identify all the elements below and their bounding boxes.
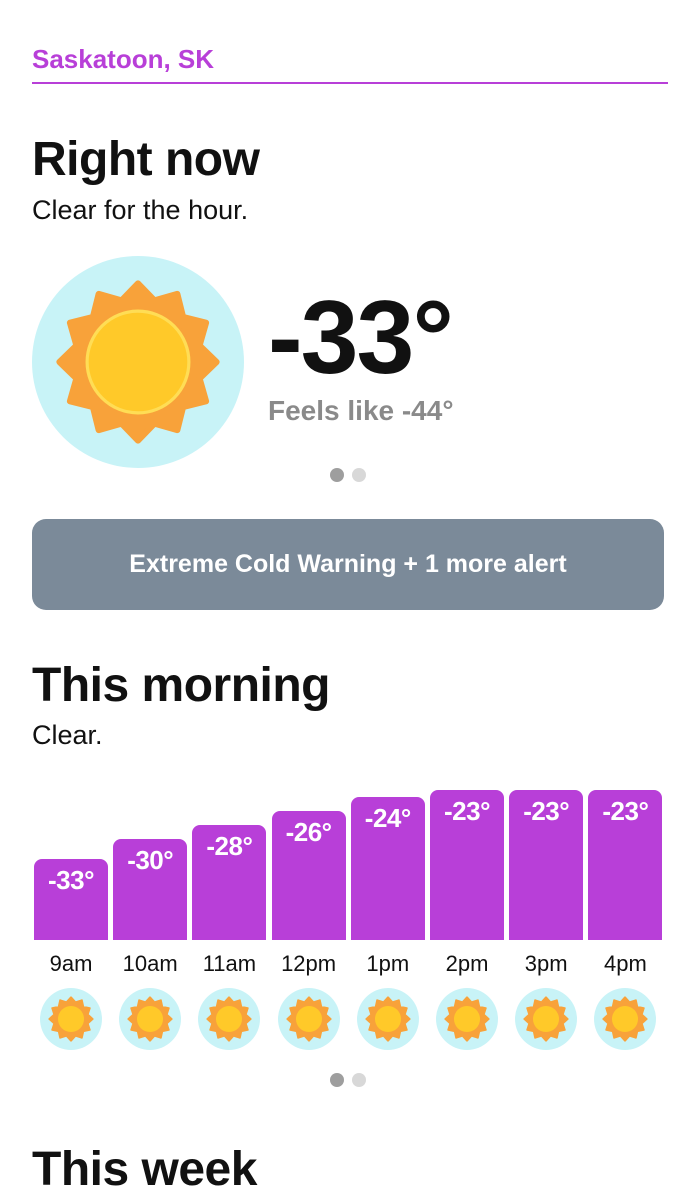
hour-label: 4pm — [603, 951, 647, 976]
this-morning-title: This morning — [32, 659, 330, 712]
hour-column[interactable]: -28° 11am — [192, 780, 267, 1050]
current-temperature: -33° — [268, 280, 454, 396]
weather-alert-button[interactable]: Extreme Cold Warning + 1 more alert — [32, 519, 664, 610]
hour-temperature: -24° — [364, 802, 411, 833]
location-label[interactable]: Saskatoon, SK — [32, 44, 214, 75]
page-dot-2[interactable] — [352, 468, 366, 482]
hour-label: 1pm — [366, 951, 410, 976]
hour-temperature: -23° — [523, 796, 570, 826]
sun-icon — [515, 988, 578, 1050]
hour-label: 12pm — [281, 951, 337, 976]
right-now-title: Right now — [32, 133, 260, 186]
hour-label: 9am — [49, 951, 93, 976]
page-dot-1[interactable] — [330, 468, 344, 482]
page-dot-1[interactable] — [330, 1073, 344, 1087]
temperature-bar: -24° — [350, 796, 425, 940]
hour-label: 3pm — [524, 951, 568, 976]
this-morning-summary: Clear. — [32, 720, 103, 750]
hour-column[interactable]: -26° 12pm — [271, 780, 346, 1050]
hour-column[interactable]: -24° 1pm — [350, 780, 425, 1050]
hourly-page-indicator — [330, 1073, 366, 1087]
current-weather-sun-icon — [32, 256, 244, 468]
hour-temperature: -33° — [48, 865, 94, 896]
temperature-bar: -33° — [34, 859, 108, 940]
hour-temperature: -23° — [444, 796, 490, 826]
temperature-bar: -30° — [113, 838, 188, 940]
hour-temperature: -23° — [602, 796, 649, 826]
hour-column[interactable]: -33° 9am — [34, 780, 108, 1050]
this-week-title: This week — [32, 1143, 257, 1196]
sun-icon — [119, 988, 182, 1050]
temperature-bar: -28° — [192, 824, 267, 940]
hour-temperature: -30° — [127, 844, 174, 875]
temperature-bar: -23° — [430, 790, 504, 940]
hour-column[interactable]: -23° 4pm — [588, 780, 663, 1050]
hour-column[interactable]: -30° 10am — [113, 780, 188, 1050]
hour-label: 2pm — [445, 951, 489, 976]
sun-icon — [277, 988, 340, 1050]
sun-icon — [198, 988, 261, 1050]
feels-like: Feels like -44° — [268, 395, 454, 426]
header-divider — [32, 82, 668, 84]
temperature-bar: -23° — [509, 790, 584, 940]
hour-column[interactable]: -23° 3pm — [509, 780, 584, 1050]
hour-column[interactable]: -23° 2pm — [430, 780, 504, 1050]
right-now-summary: Clear for the hour. — [32, 195, 249, 225]
sun-icon — [594, 988, 657, 1050]
sun-icon — [356, 988, 419, 1050]
current-page-indicator — [330, 468, 366, 482]
sun-icon — [40, 988, 102, 1050]
hour-label: 11am — [202, 951, 257, 976]
page-dot-2[interactable] — [352, 1073, 366, 1087]
hour-temperature: -28° — [206, 830, 253, 861]
temperature-bar: -26° — [271, 810, 346, 940]
hour-label: 10am — [122, 951, 178, 976]
hour-temperature: -26° — [285, 816, 332, 847]
sun-icon — [436, 988, 498, 1050]
temperature-bar: -23° — [588, 790, 663, 940]
